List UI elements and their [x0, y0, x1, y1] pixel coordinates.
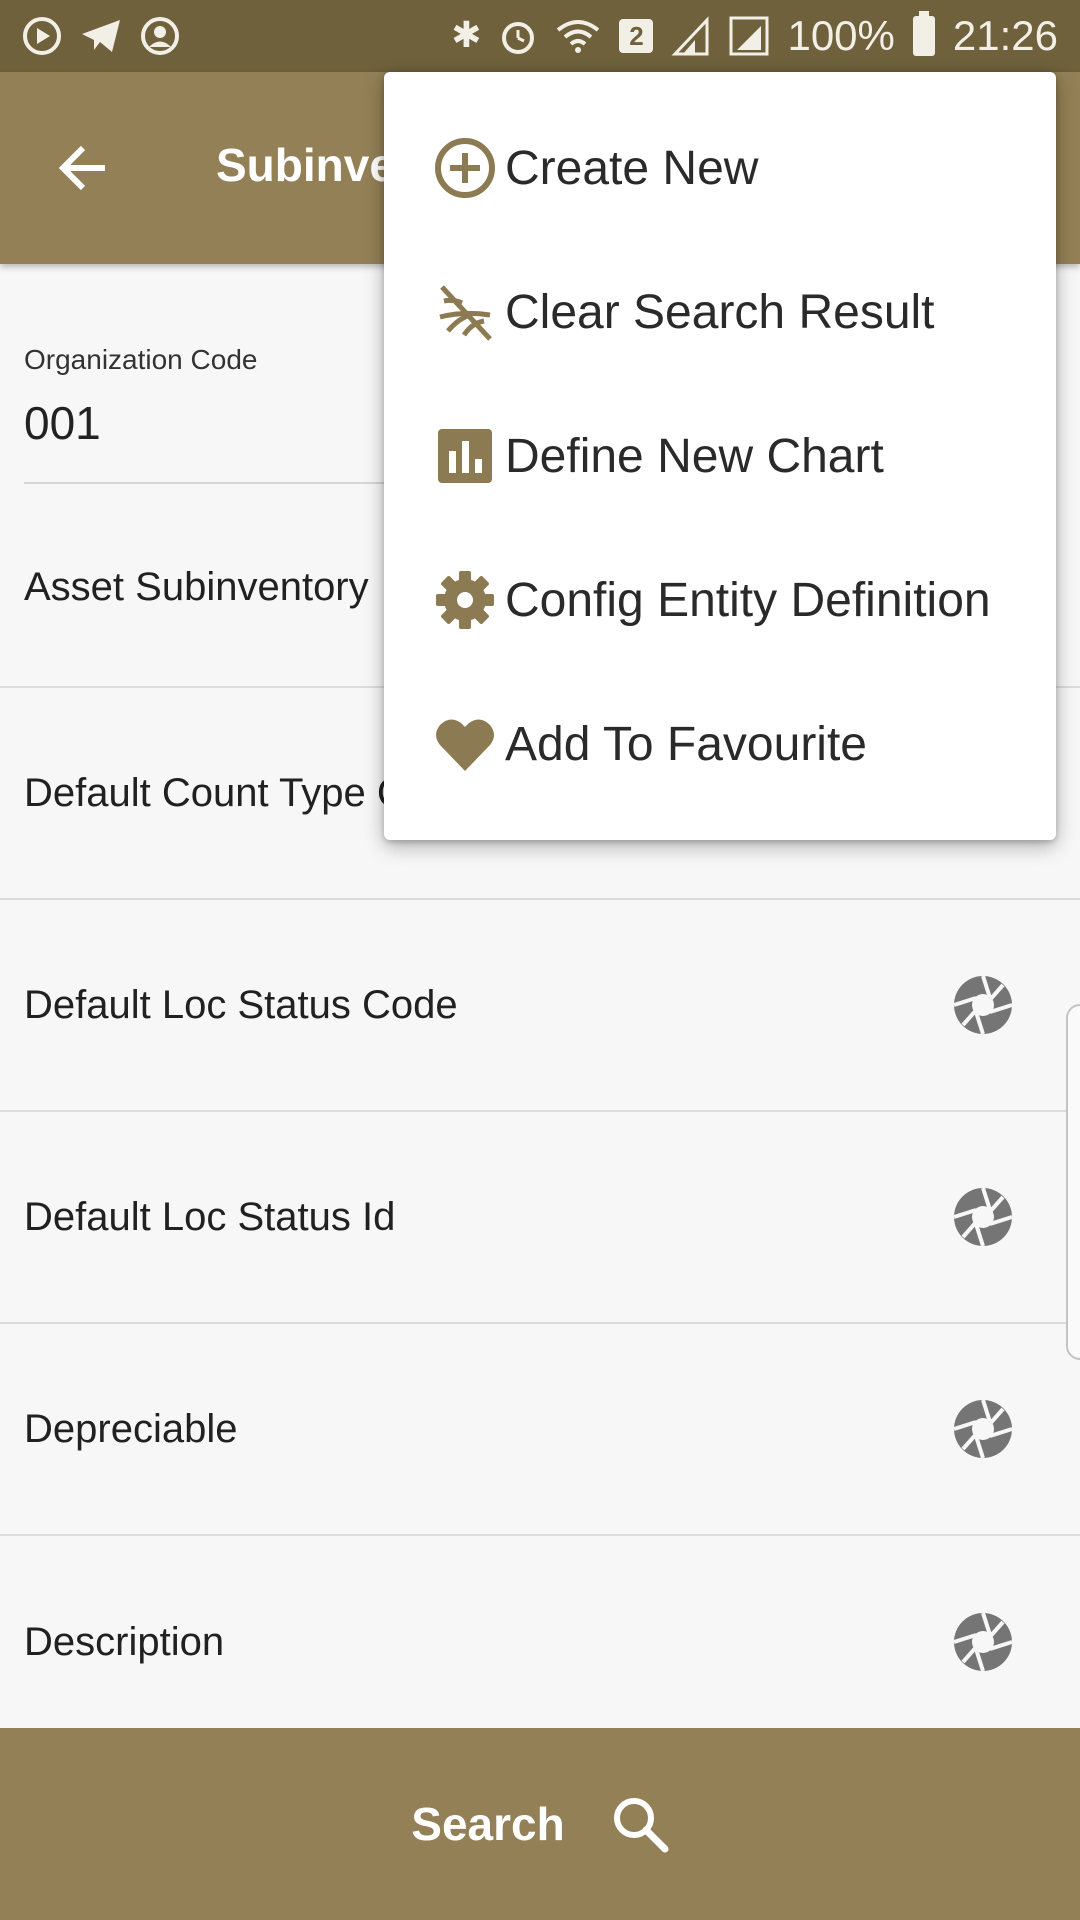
menu-item-add-to-favourite[interactable]: Add To Favourite: [384, 672, 1056, 816]
row-label: Description: [24, 1619, 225, 1664]
form-row-default-loc-status-id[interactable]: Default Loc Status Id: [0, 1112, 1080, 1324]
menu-item-label: Add To Favourite: [505, 717, 867, 771]
form-row-depreciable[interactable]: Depreciable: [0, 1324, 1080, 1536]
search-button-label: Search: [411, 1798, 565, 1850]
aperture-icon[interactable]: [952, 1186, 1014, 1248]
status-left: [22, 16, 180, 56]
row-label: Default Loc Status Code: [24, 982, 458, 1027]
status-right: ✱ 2 100% 21:26: [451, 11, 1058, 60]
aperture-icon[interactable]: [952, 1398, 1014, 1460]
menu-item-label: Define New Chart: [505, 429, 884, 483]
form-row-default-loc-status-code[interactable]: Default Loc Status Code: [0, 900, 1080, 1112]
clock: 21:26: [952, 12, 1058, 59]
wifi-icon: [557, 20, 600, 53]
battery-percent: 100%: [787, 12, 895, 59]
row-label: Asset Subinventory: [24, 564, 369, 609]
bar-chart-icon: [438, 429, 492, 483]
side-panel-handle[interactable]: [1066, 1004, 1080, 1360]
menu-item-label: Clear Search Result: [505, 285, 935, 339]
gear-icon: [436, 571, 494, 629]
bluetooth-icon: ✱: [451, 15, 482, 56]
aperture-icon[interactable]: [952, 1611, 1014, 1673]
search-icon: [613, 1798, 669, 1853]
signal-icon: [671, 16, 709, 56]
search-button[interactable]: Search: [0, 1728, 1080, 1920]
telegram-icon: [82, 20, 120, 52]
arrow-back-icon: [58, 145, 105, 191]
back-button[interactable]: [48, 132, 120, 204]
aperture-icon[interactable]: [952, 974, 1014, 1036]
menu-item-define-new-chart[interactable]: Define New Chart: [384, 384, 1056, 528]
sim-badge: 2: [619, 19, 654, 53]
play-circle-icon: [23, 17, 61, 55]
clear-filter-icon: [439, 285, 492, 341]
menu-item-create-new[interactable]: Create New: [384, 96, 1056, 240]
heart-icon: [436, 719, 494, 771]
account-circle-icon: [141, 17, 179, 55]
form-row-description[interactable]: Description: [0, 1536, 1080, 1728]
status-bar: ✱ 2 100% 21:26: [0, 0, 1080, 72]
battery-icon: [912, 11, 935, 56]
menu-item-label: Config Entity Definition: [505, 573, 991, 627]
plus-circle-icon: [435, 138, 495, 198]
row-label: Default Loc Status Id: [24, 1194, 396, 1239]
alarm-icon: [502, 22, 535, 54]
menu-item-config-entity-definition[interactable]: Config Entity Definition: [384, 528, 1056, 672]
menu-item-label: Create New: [505, 141, 759, 195]
row-label: Depreciable: [24, 1406, 238, 1451]
menu-item-clear-search-result[interactable]: Clear Search Result: [384, 240, 1056, 384]
signal-icon-2: [729, 16, 769, 56]
overflow-menu: Create New Clear Search Result Define Ne…: [384, 72, 1056, 840]
